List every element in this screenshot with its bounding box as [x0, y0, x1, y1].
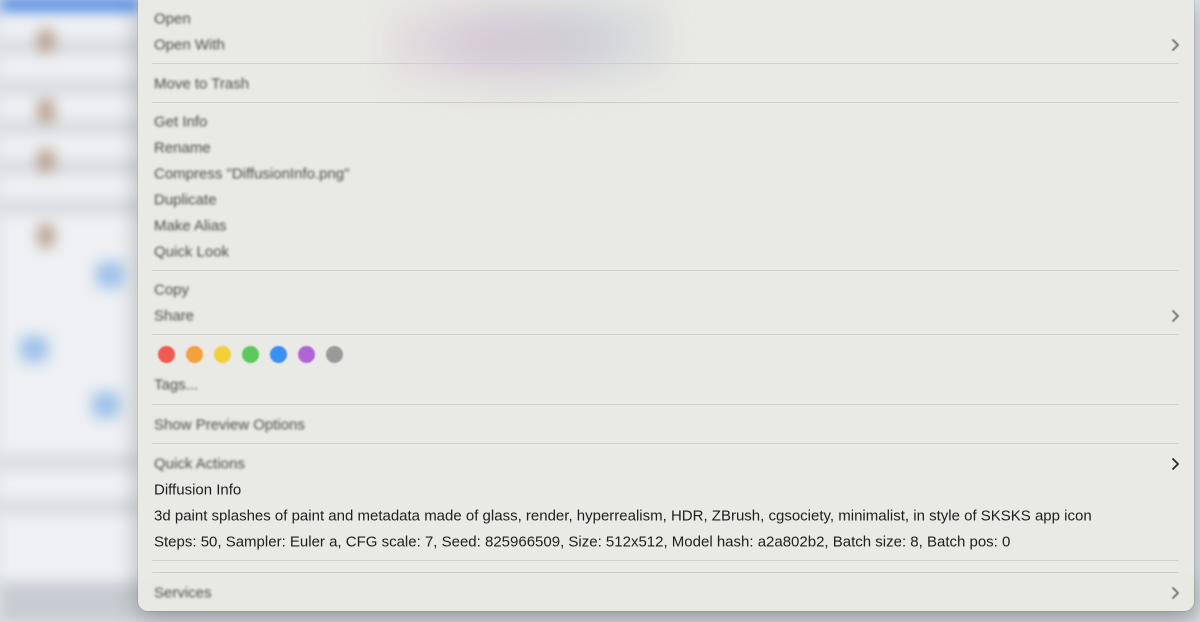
menu-separator [152, 560, 1178, 561]
chevron-right-icon [1172, 587, 1179, 599]
menu-item-diffusion-info[interactable]: Diffusion Info [138, 478, 1194, 502]
menu-item-share[interactable]: Share [138, 304, 1194, 328]
menu-item-label: Tags... [154, 376, 199, 394]
menu-separator [152, 443, 1178, 444]
background-row [0, 80, 140, 94]
background-thumbnail [38, 150, 54, 172]
menu-item-services[interactable]: Services [138, 581, 1194, 605]
background-row [0, 455, 140, 469]
menu-item-copy[interactable]: Copy [138, 278, 1194, 302]
menu-item-label: Compress "DiffusionInfo.png" [154, 165, 350, 183]
background-icon [20, 336, 48, 362]
menu-item-rename[interactable]: Rename [138, 136, 1194, 160]
menu-item-compress[interactable]: Compress "DiffusionInfo.png" [138, 162, 1194, 186]
menu-item-diffusion-parameters[interactable]: Steps: 50, Sampler: Euler a, CFG scale: … [138, 530, 1194, 554]
background-finder-window [0, 0, 150, 622]
tag-green-dot[interactable] [242, 346, 259, 363]
menu-item-label: Rename [154, 139, 211, 157]
menu-item-make-alias[interactable]: Make Alias [138, 214, 1194, 238]
menu-item-label: Copy [154, 281, 190, 299]
menu-item-label: Quick Look [154, 243, 230, 261]
menu-item-label: Diffusion Info [154, 481, 242, 499]
menu-item-label: Services [154, 584, 212, 602]
menu-item-quick-actions[interactable]: Quick Actions [138, 452, 1194, 476]
background-thumbnail [38, 100, 54, 122]
background-window-titlebar [0, 0, 140, 10]
menu-item-label: Quick Actions [154, 455, 245, 473]
menu-item-label: Share [154, 307, 195, 325]
tag-orange-dot[interactable] [186, 346, 203, 363]
tag-yellow-dot[interactable] [214, 346, 231, 363]
background-thumbnail [38, 225, 54, 247]
menu-item-label: Open [154, 10, 191, 28]
menu-item-tags[interactable]: Tags... [138, 373, 1194, 397]
menu-item-label: 3d paint splashes of paint and metadata … [154, 507, 1092, 525]
menu-separator [152, 404, 1178, 405]
menu-item-open-with[interactable]: Open With [138, 33, 1194, 57]
menu-item-label: Duplicate [154, 191, 217, 209]
menu-item-quick-look[interactable]: Quick Look [138, 240, 1194, 264]
menu-item-duplicate[interactable]: Duplicate [138, 188, 1194, 212]
menu-item-label: Move to Trash [154, 75, 250, 93]
chevron-right-icon [1172, 39, 1179, 51]
menu-separator [152, 270, 1178, 271]
menu-item-move-to-trash[interactable]: Move to Trash [138, 72, 1194, 96]
menu-item-label: Make Alias [154, 217, 227, 235]
menu-item-get-info[interactable]: Get Info [138, 110, 1194, 134]
menu-item-diffusion-prompt[interactable]: 3d paint splashes of paint and metadata … [138, 504, 1194, 528]
background-row [0, 120, 140, 134]
chevron-right-icon [1172, 310, 1179, 322]
menu-item-show-preview-options[interactable]: Show Preview Options [138, 413, 1194, 437]
background-row [0, 500, 140, 514]
menu-separator [152, 102, 1178, 103]
background-row [0, 40, 140, 54]
menu-separator [152, 334, 1178, 335]
menu-item-label: Show Preview Options [154, 416, 305, 434]
chevron-right-icon [1172, 458, 1179, 470]
background-row [0, 160, 140, 174]
menu-separator [152, 63, 1178, 64]
background-icon [92, 392, 120, 418]
tag-blue-dot[interactable] [270, 346, 287, 363]
menu-item-label: Get Info [154, 113, 208, 131]
background-thumbnail [38, 30, 54, 52]
tag-purple-dot[interactable] [298, 346, 315, 363]
menu-item-label: Steps: 50, Sampler: Euler a, CFG scale: … [154, 533, 1011, 551]
tag-gray-dot[interactable] [326, 346, 343, 363]
menu-item-label: Open With [154, 36, 225, 54]
menu-item-open[interactable]: Open [138, 7, 1194, 31]
background-icon [96, 262, 124, 288]
context-menu: Open Open With Move to Trash Get Info Re… [138, 0, 1194, 611]
menu-separator [152, 572, 1178, 573]
tag-red-dot[interactable] [158, 346, 175, 363]
background-row [0, 200, 140, 214]
